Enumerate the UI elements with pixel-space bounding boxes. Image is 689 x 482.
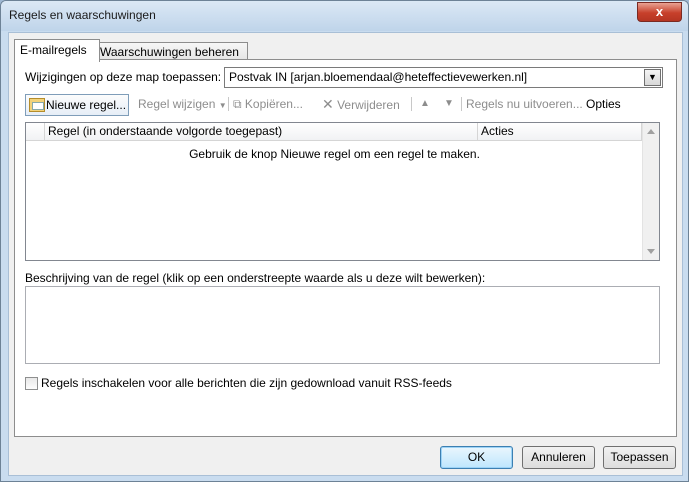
rules-dialog: Regels en waarschuwingen x E-mailregels … bbox=[0, 0, 689, 482]
new-rule-icon bbox=[29, 98, 45, 112]
move-down-icon[interactable]: ▼ bbox=[444, 94, 454, 114]
options-label: Opties bbox=[586, 97, 621, 111]
chevron-down-icon[interactable]: ▼ bbox=[644, 69, 661, 86]
rss-checkbox[interactable] bbox=[25, 377, 38, 390]
tab-email-rules[interactable]: E-mailregels bbox=[14, 39, 100, 62]
title-bar[interactable]: Regels en waarschuwingen x bbox=[1, 1, 688, 31]
dropdown-arrow-icon: ▼ bbox=[218, 101, 227, 110]
change-rule-label: Regel wijzigen bbox=[138, 97, 216, 111]
empty-list-message: Gebruik de knop Nieuwe regel om een rege… bbox=[189, 147, 480, 161]
toolbar-separator bbox=[411, 97, 412, 111]
delete-icon: ✕ bbox=[322, 96, 334, 112]
close-icon: x bbox=[655, 4, 664, 19]
copy-button[interactable]: ⧉ Kopiëren... bbox=[233, 94, 303, 114]
column-header-actions[interactable]: Acties bbox=[478, 123, 642, 141]
delete-label: Verwijderen bbox=[337, 98, 400, 112]
tab-label: Waarschuwingen beheren bbox=[100, 45, 239, 59]
tab-label: E-mailregels bbox=[20, 43, 87, 57]
scroll-down-icon[interactable] bbox=[647, 249, 655, 254]
close-button[interactable]: x bbox=[637, 2, 682, 22]
new-rule-button[interactable]: Nieuwe regel... bbox=[25, 94, 129, 116]
toolbar-separator bbox=[228, 97, 229, 111]
vertical-scrollbar[interactable] bbox=[642, 123, 659, 260]
rules-list[interactable]: Regel (in onderstaande volgorde toegepas… bbox=[25, 122, 660, 261]
rss-checkbox-label: Regels inschakelen voor alle berichten d… bbox=[41, 376, 452, 390]
apply-button[interactable]: Toepassen bbox=[603, 446, 676, 469]
run-rules-label: Regels nu uitvoeren... bbox=[466, 97, 583, 111]
column-header-rule[interactable]: Regel (in onderstaande volgorde toegepas… bbox=[45, 123, 478, 141]
copy-label: Kopiëren... bbox=[244, 97, 303, 111]
change-rule-button[interactable]: Regel wijzigen ▼ bbox=[138, 94, 227, 114]
ok-button[interactable]: OK bbox=[440, 446, 513, 469]
dialog-client: E-mailregels Waarschuwingen beheren Wijz… bbox=[8, 32, 683, 476]
delete-button[interactable]: ✕ Verwijderen bbox=[322, 94, 400, 114]
email-rules-panel: Wijzigingen op deze map toepassen: Postv… bbox=[14, 59, 677, 437]
run-rules-button[interactable]: Regels nu uitvoeren... bbox=[466, 94, 583, 114]
cancel-button[interactable]: Annuleren bbox=[522, 446, 595, 469]
window-title: Regels en waarschuwingen bbox=[9, 8, 156, 22]
folder-select-value: Postvak IN [arjan.bloemendaal@heteffecti… bbox=[229, 70, 528, 84]
folder-label: Wijzigingen op deze map toepassen: bbox=[25, 70, 222, 84]
toolbar-separator bbox=[461, 97, 462, 111]
checkbox-column-header bbox=[26, 123, 45, 141]
options-button[interactable]: Opties bbox=[586, 94, 621, 114]
rule-description-label: Beschrijving van de regel (klik op een o… bbox=[25, 271, 486, 285]
scroll-up-icon[interactable] bbox=[647, 129, 655, 134]
rules-toolbar: Nieuwe regel... Regel wijzigen ▼ ⧉ Kopië… bbox=[25, 94, 665, 116]
move-up-icon[interactable]: ▲ bbox=[420, 94, 430, 114]
rule-description-box[interactable] bbox=[25, 286, 660, 364]
new-rule-label: Nieuwe regel... bbox=[46, 98, 127, 112]
folder-select[interactable]: Postvak IN [arjan.bloemendaal@heteffecti… bbox=[224, 67, 663, 88]
copy-icon: ⧉ bbox=[233, 97, 242, 111]
